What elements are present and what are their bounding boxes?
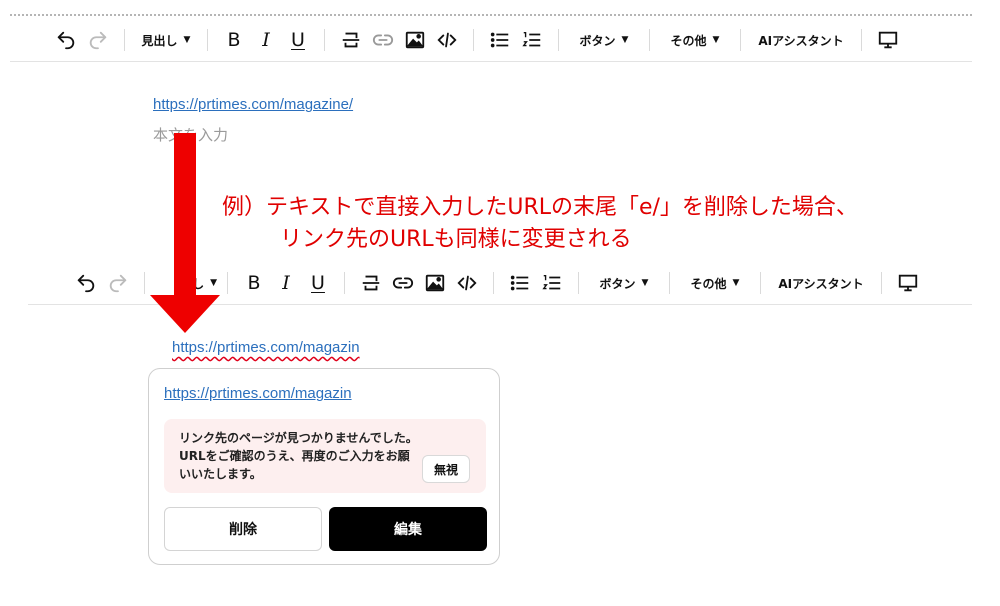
heading-dropdown[interactable]: 見出し ▼: [135, 32, 197, 49]
toolbar-separator: [578, 272, 579, 294]
bold-button[interactable]: B: [218, 24, 250, 56]
toolbar-separator: [861, 29, 862, 51]
underline-button[interactable]: U: [302, 267, 334, 299]
annotation-line-1: 例）テキストで直接入力したURLの末尾「e/」を削除した場合、: [222, 195, 858, 220]
monitor-icon[interactable]: [892, 267, 924, 299]
underline-icon: U: [291, 28, 305, 51]
toolbar-separator: [207, 29, 208, 51]
undo-icon[interactable]: [50, 24, 82, 56]
image-icon[interactable]: [419, 267, 451, 299]
code-icon[interactable]: [431, 24, 463, 56]
heading-label: 見出し: [141, 33, 178, 48]
bold-icon: B: [247, 271, 261, 294]
image-icon[interactable]: [399, 24, 431, 56]
numbered-list-icon[interactable]: [516, 24, 548, 56]
caret-down-icon: ▼: [712, 35, 720, 45]
toolbar-separator: [558, 29, 559, 51]
delete-link-button[interactable]: 削除: [164, 507, 322, 551]
link-icon[interactable]: [367, 24, 399, 56]
italic-button[interactable]: I: [250, 24, 282, 56]
toolbar-separator: [760, 272, 761, 294]
button-dropdown[interactable]: ボタン ▼: [569, 32, 639, 49]
code-icon[interactable]: [451, 267, 483, 299]
toolbar-separator: [144, 272, 145, 294]
caret-down-icon: ▼: [732, 278, 740, 288]
annotation-line-2: リンク先のURLも同様に変更される: [280, 227, 632, 252]
italic-button[interactable]: I: [270, 267, 302, 299]
monitor-icon[interactable]: [872, 24, 904, 56]
editor-toolbar-top: 見出し ▼ B I U ボタン ▼ その他 ▼ AIアシスタント: [50, 22, 970, 58]
button-label: ボタン: [579, 33, 616, 48]
toolbar-separator: [881, 272, 882, 294]
toolbar-separator: [669, 272, 670, 294]
ignore-button[interactable]: 無視: [422, 455, 470, 483]
toolbar-separator: [227, 272, 228, 294]
underline-icon: U: [311, 271, 325, 294]
red-down-arrow-icon: [150, 133, 220, 333]
toolbar-divider: [10, 61, 972, 62]
bold-icon: B: [227, 28, 241, 51]
toolbar-separator: [124, 29, 125, 51]
link-error-notice: リンク先のページが見つかりませんでした。URLをご確認のうえ、再度のご入力をお願…: [164, 419, 486, 493]
ai-assistant-label: AIアシスタント: [778, 276, 864, 291]
caret-down-icon: ▼: [641, 278, 649, 288]
toolbar-separator: [740, 29, 741, 51]
other-label: その他: [670, 33, 707, 48]
ai-assistant-label: AIアシスタント: [758, 33, 844, 48]
other-dropdown[interactable]: その他 ▼: [660, 32, 730, 49]
button-dropdown[interactable]: ボタン ▼: [589, 275, 659, 292]
strikethrough-icon[interactable]: [355, 267, 387, 299]
toolbar-separator: [493, 272, 494, 294]
redo-icon[interactable]: [102, 267, 134, 299]
underline-button[interactable]: U: [282, 24, 314, 56]
edit-link-button[interactable]: 編集: [329, 507, 487, 551]
annotation-text: 例）テキストで直接入力したURLの末尾「e/」を削除した場合、 リンク先のURL…: [222, 192, 858, 256]
popup-link-url[interactable]: https://prtimes.com/magazin: [164, 385, 352, 402]
bold-button[interactable]: B: [238, 267, 270, 299]
toolbar-separator: [344, 272, 345, 294]
strikethrough-icon[interactable]: [335, 24, 367, 56]
editor-link-before[interactable]: https://prtimes.com/magazine/: [153, 96, 353, 113]
italic-icon: I: [262, 28, 270, 51]
toolbar-separator: [473, 29, 474, 51]
undo-icon[interactable]: [70, 267, 102, 299]
other-dropdown[interactable]: その他 ▼: [680, 275, 750, 292]
toolbar-separator: [324, 29, 325, 51]
caret-down-icon: ▼: [621, 35, 629, 45]
button-label: ボタン: [599, 276, 636, 291]
link-error-message: リンク先のページが見つかりませんでした。URLをご確認のうえ、再度のご入力をお願…: [179, 431, 418, 481]
bullet-list-icon[interactable]: [484, 24, 516, 56]
link-popup: https://prtimes.com/magazin リンク先のページが見つか…: [148, 368, 500, 565]
bullet-list-icon[interactable]: [504, 267, 536, 299]
dotted-divider: [10, 14, 972, 16]
editor-link-after[interactable]: https://prtimes.com/magazin: [172, 339, 360, 356]
caret-down-icon: ▼: [183, 35, 191, 45]
numbered-list-icon[interactable]: [536, 267, 568, 299]
ai-assistant-button[interactable]: AIアシスタント: [751, 32, 851, 49]
redo-icon[interactable]: [82, 24, 114, 56]
italic-icon: I: [282, 271, 290, 294]
toolbar-separator: [649, 29, 650, 51]
ai-assistant-button[interactable]: AIアシスタント: [771, 275, 871, 292]
other-label: その他: [690, 276, 727, 291]
link-icon[interactable]: [387, 267, 419, 299]
